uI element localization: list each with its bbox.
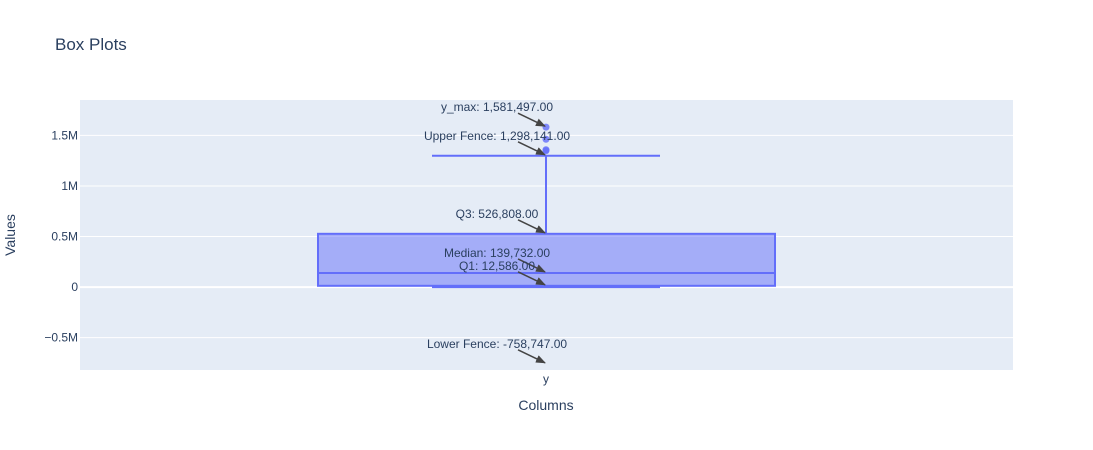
- annotation-label: Upper Fence: 1,298,141.00: [424, 129, 570, 143]
- y-tick-label: 0: [71, 280, 78, 294]
- annotation-label: y_max: 1,581,497.00: [441, 100, 553, 114]
- annotation-label: Q3: 526,808.00: [456, 207, 539, 221]
- annotation-label: Q1: 12,586.00: [459, 259, 535, 273]
- y-tick-label: 1.5M: [51, 128, 78, 142]
- y-tick-label: 1M: [61, 179, 78, 193]
- chart-title: Box Plots: [55, 35, 127, 54]
- outlier-point: [542, 146, 550, 154]
- y-axis-title: Values: [2, 214, 18, 256]
- box-plot-chart: Box Plots −0.5M 0 0.5M 1M 1.5M y_max: 1,581,…: [2, 35, 1013, 413]
- y-tick-label: −0.5M: [44, 331, 78, 345]
- y-tick-label: 0.5M: [51, 230, 78, 244]
- y-axis-ticks: −0.5M 0 0.5M 1M 1.5M: [44, 128, 78, 344]
- x-tick-label: y: [543, 372, 549, 386]
- annotation-label: Lower Fence: -758,747.00: [427, 337, 567, 351]
- x-axis-title: Columns: [518, 397, 573, 413]
